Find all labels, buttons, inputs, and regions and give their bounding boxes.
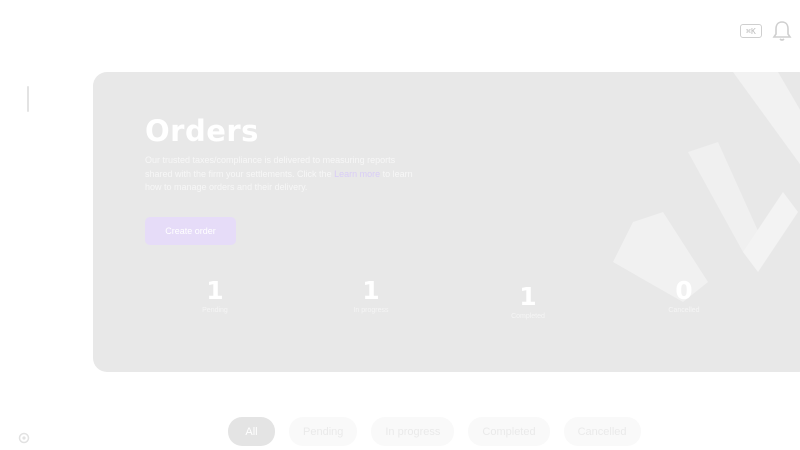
create-order-button[interactable]: Create order <box>145 217 236 245</box>
stat-value: 1 <box>362 276 380 305</box>
stat-value: 1 <box>206 276 224 305</box>
notification-bell-icon[interactable] <box>772 20 792 42</box>
stat-value: 1 <box>519 282 537 311</box>
stat-label: In progress <box>353 307 389 314</box>
stat-label: Cancelled <box>668 307 700 314</box>
tab-pending[interactable]: Pending <box>289 417 358 446</box>
tab-in-progress[interactable]: In progress <box>371 417 455 446</box>
tab-cancelled[interactable]: Cancelled <box>563 417 641 446</box>
tab-all[interactable]: All <box>228 417 275 446</box>
order-filter-tabs: All Pending In progress Completed Cancel… <box>228 417 641 446</box>
page-title: Orders <box>145 114 259 148</box>
stat-completed: 1 Completed <box>468 282 588 321</box>
hero-description: Our trusted taxes/compliance is delivere… <box>145 154 420 195</box>
tab-completed[interactable]: Completed <box>468 417 550 446</box>
learn-more-link[interactable]: Learn more <box>334 169 380 179</box>
stat-value: 0 <box>675 276 693 305</box>
keyboard-shortcut-icon[interactable]: ⌘K <box>740 24 762 38</box>
header-actions: ⌘K <box>740 20 792 42</box>
stat-label: Completed <box>511 313 545 320</box>
stat-pending: 1 Pending <box>155 276 275 315</box>
decorative-logo-shape <box>613 72 800 302</box>
sidebar-active-indicator <box>27 86 29 112</box>
orders-hero-card: Orders Our trusted taxes/compliance is d… <box>93 72 800 372</box>
stat-cancelled: 0 Cancelled <box>624 276 744 315</box>
settings-gear-icon[interactable] <box>17 431 31 445</box>
stat-label: Pending <box>202 307 228 314</box>
stat-in-progress: 1 In progress <box>311 276 431 315</box>
